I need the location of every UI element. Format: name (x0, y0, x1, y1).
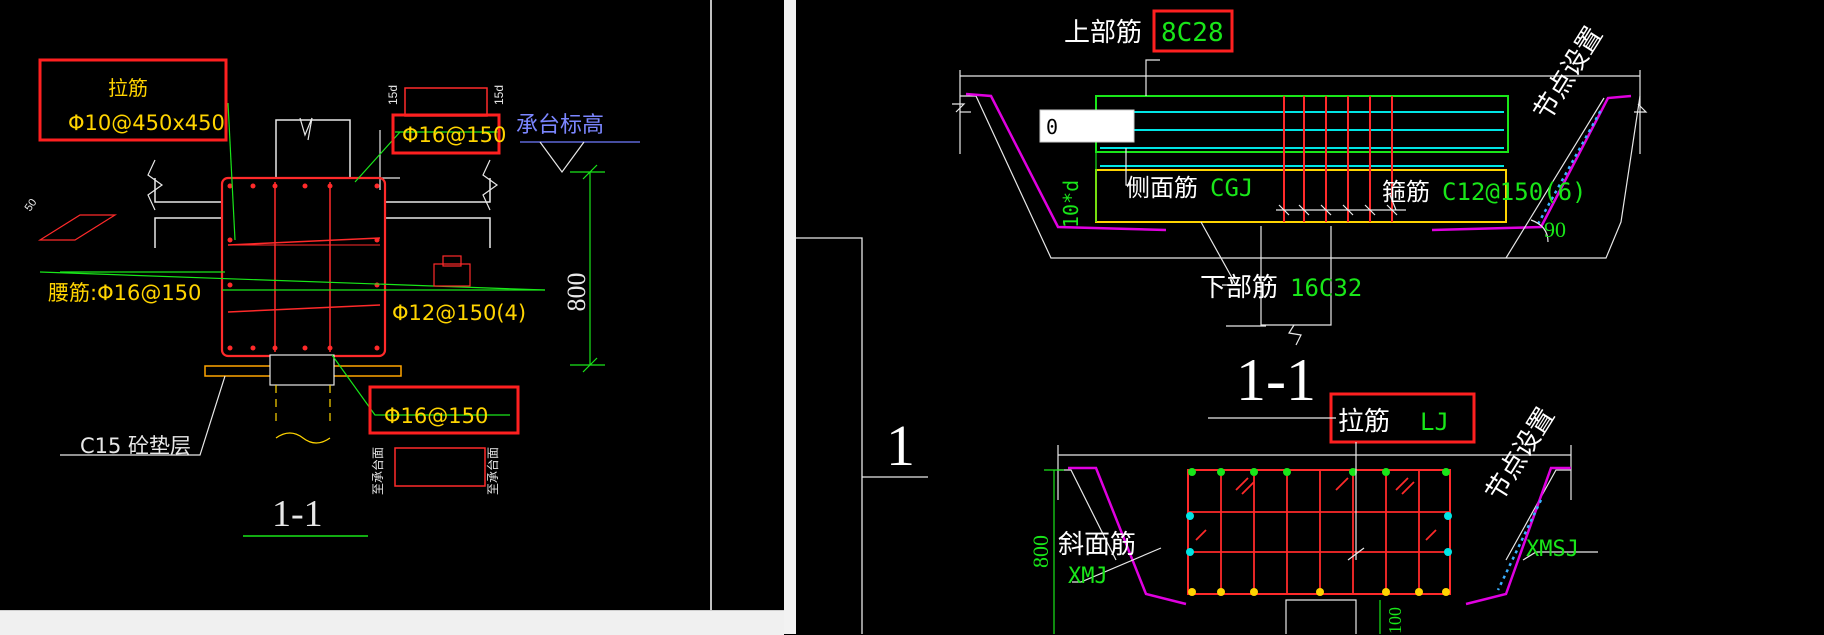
cushion-label: C15 砼垫层 (80, 434, 191, 458)
slope-bar-label: 斜面筋 (1058, 530, 1136, 560)
right-section-drawing: 1 0 1-1 上部筋 8C28 侧面筋 CGJ 箍筋 C12@150(6) 9… (796, 9, 1648, 634)
anchor-right-label: 15d (492, 85, 506, 105)
stirrup-spec: Φ12@150(4) (392, 301, 526, 325)
right-cad-viewport[interactable]: 1 0 1-1 上部筋 8C28 侧面筋 CGJ 箍筋 C12@150(6) 9… (796, 0, 1824, 634)
waist-bar-spec: 腰筋:Φ16@150 (48, 281, 201, 305)
slope-bar-right-value[interactable]: XMSJ (1526, 537, 1579, 562)
side-bar-label: 侧面筋 (1126, 174, 1198, 202)
dimension-input-value[interactable]: 0 (1046, 115, 1058, 139)
top-bar-label: 上部筋 (1064, 18, 1142, 48)
section-title-right: 1-1 (1236, 347, 1316, 413)
height-dimension: 800 (562, 273, 591, 312)
bottom-bar-spec: Φ16@150 (384, 404, 488, 428)
cap-elevation-label: 承台标高 (516, 113, 604, 138)
slope-bar-value[interactable]: XMJ (1068, 564, 1108, 589)
section-title: 1-1 (272, 493, 323, 535)
stirrup-value[interactable]: C12@150(6) (1442, 178, 1587, 206)
angle-value: 90 (1544, 217, 1566, 242)
height-dimension-right: 800 (1028, 535, 1053, 568)
left-cad-viewport[interactable]: 拉筋 Φ10@450x450 Φ16@150 承台标高 腰筋:Φ16@150 Φ… (0, 0, 784, 610)
top-bar-spec: Φ16@150 (402, 123, 506, 147)
tie-bar-label: 拉筋 (108, 76, 148, 100)
side-label: 50 (23, 197, 40, 214)
left-status-strip (0, 610, 784, 635)
dimension-100: 100 (1385, 607, 1405, 634)
tie-bar-label-right: 拉筋 (1338, 407, 1390, 437)
tie-bar-spec: Φ10@450x450 (68, 111, 225, 135)
anchor-left-label: 15d (386, 85, 400, 105)
bottom-note-left: 至承台面 (370, 447, 385, 495)
bottom-note-right: 至承台面 (485, 447, 500, 495)
side-bar-value[interactable]: CGJ (1210, 174, 1253, 202)
top-bar-value[interactable]: 8C28 (1161, 18, 1224, 48)
stirrup-label: 箍筋 (1382, 178, 1430, 206)
left-section-drawing: 拉筋 Φ10@450x450 Φ16@150 承台标高 腰筋:Φ16@150 Φ… (23, 0, 712, 610)
tie-bar-value-right[interactable]: LJ (1420, 408, 1449, 436)
large-number: 1 (886, 413, 915, 478)
bottom-bar-value[interactable]: 16C32 (1290, 274, 1362, 302)
bottom-bar-label: 下部筋 (1200, 273, 1278, 303)
dimension-10d: 10*d (1059, 180, 1083, 228)
viewport-divider[interactable] (784, 0, 796, 634)
